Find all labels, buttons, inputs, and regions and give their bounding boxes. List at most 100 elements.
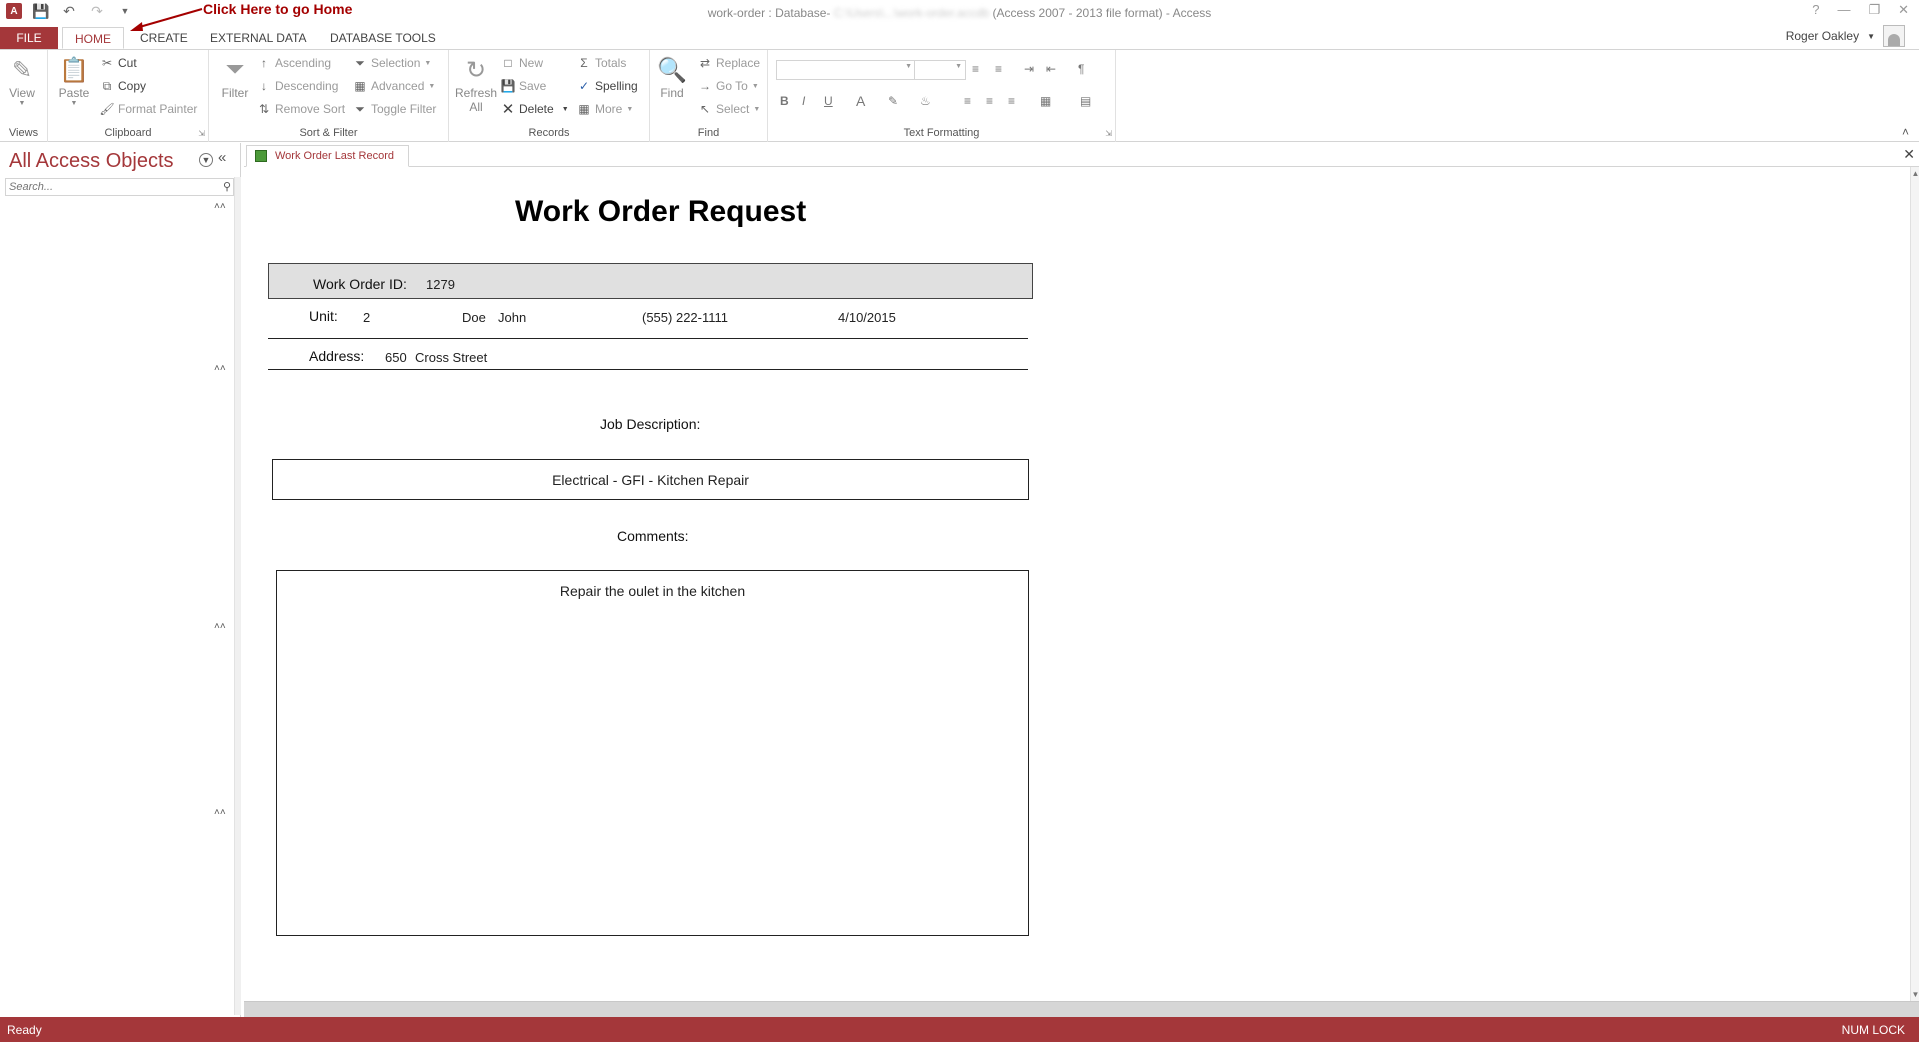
last-name-field[interactable]: Doe bbox=[462, 310, 486, 325]
collapse-ribbon-icon[interactable]: ˄ bbox=[1902, 125, 1909, 139]
restore-icon[interactable]: ❐ bbox=[1868, 2, 1880, 18]
view-button[interactable]: ✎ View ▼ bbox=[6, 54, 38, 108]
group-text-formatting: ▼ ▼ ≡ ≡ ⇥ ⇤ ¶ B I U A ✎ ♨ ≡ ≡ ≡ ▦ ▤ Text… bbox=[768, 50, 1116, 142]
go-to-button[interactable]: → Go To ▼ bbox=[698, 79, 759, 93]
scroll-down-icon[interactable]: ▼ bbox=[1911, 990, 1919, 999]
comments-value: Repair the oulet in the kitchen bbox=[559, 583, 746, 599]
group-views: ✎ View ▼ Views bbox=[0, 50, 48, 142]
totals-button[interactable]: Σ Totals bbox=[577, 56, 626, 70]
help-icon[interactable]: ? bbox=[1812, 2, 1819, 18]
shutter-bar-collapse-icon[interactable]: « bbox=[218, 149, 226, 166]
nav-search: ⚲ bbox=[5, 178, 234, 196]
horizontal-scrollbar[interactable] bbox=[244, 1001, 1919, 1017]
filter-button[interactable]: ⏷ Filter bbox=[219, 54, 251, 100]
font-name-select[interactable]: ▼ bbox=[776, 60, 916, 80]
collapse-group-icon[interactable]: ˄˄ bbox=[214, 807, 226, 818]
tab-database-tools[interactable]: DATABASE TOOLS bbox=[318, 27, 448, 49]
tab-external-data[interactable]: EXTERNAL DATA bbox=[198, 27, 318, 49]
gridlines-icon[interactable]: ▤ bbox=[1080, 94, 1091, 108]
toggle-filter-icon: ⏷ bbox=[355, 101, 365, 116]
work-order-id-field[interactable]: 1279 bbox=[426, 277, 455, 292]
chevron-down-icon: ▼ bbox=[70, 100, 78, 107]
copy-button[interactable]: ⧉ Copy bbox=[100, 79, 146, 94]
search-icon[interactable]: ⚲ bbox=[223, 180, 231, 193]
descending-button[interactable]: ↓ Descending bbox=[257, 79, 338, 93]
advanced-button[interactable]: ▦ Advanced ▼ bbox=[353, 79, 435, 93]
replace-button[interactable]: ⇄ Replace bbox=[698, 56, 760, 70]
fill-color-icon[interactable]: ♨ bbox=[920, 94, 931, 108]
new-record-button[interactable]: □ New bbox=[501, 56, 543, 70]
chevron-down-icon[interactable]: ▼ bbox=[1867, 32, 1875, 41]
unit-field[interactable]: 2 bbox=[363, 310, 370, 325]
phone-field[interactable]: (555) 222-1111 bbox=[642, 310, 728, 325]
cut-button[interactable]: ✂ Cut bbox=[100, 56, 137, 70]
address-street-field[interactable]: Cross Street bbox=[415, 350, 487, 365]
font-size-select[interactable]: ▼ bbox=[914, 60, 966, 80]
comments-field[interactable]: Repair the oulet in the kitchen bbox=[276, 570, 1029, 936]
format-painter-button[interactable]: 🖌 Format Painter bbox=[99, 102, 197, 116]
close-window-icon[interactable]: ✕ bbox=[1898, 2, 1909, 18]
nav-menu-icon[interactable]: ▼ bbox=[199, 153, 213, 167]
close-icon[interactable]: ✕ bbox=[1903, 146, 1915, 163]
collapse-group-icon[interactable]: ˄˄ bbox=[214, 621, 226, 632]
dialog-launcher-icon[interactable]: ⇲ bbox=[1105, 129, 1112, 138]
first-name-field[interactable]: John bbox=[498, 310, 526, 325]
font-color-button[interactable]: A bbox=[856, 93, 865, 109]
vertical-scrollbar[interactable]: ▲ ▼ bbox=[1910, 167, 1919, 1001]
dialog-launcher-icon[interactable]: ⇲ bbox=[198, 129, 205, 138]
delete-button[interactable]: ✕ Delete ▼ bbox=[501, 101, 569, 118]
ascending-button[interactable]: ↑ Ascending bbox=[257, 56, 331, 70]
select-button[interactable]: ↖ Select ▼ bbox=[698, 102, 760, 116]
underline-button[interactable]: U bbox=[824, 94, 833, 108]
user-name[interactable]: Roger Oakley bbox=[1786, 29, 1859, 43]
italic-button[interactable]: I bbox=[802, 94, 805, 108]
bold-button[interactable]: B bbox=[780, 94, 789, 108]
bullets-icon[interactable]: ≡ bbox=[972, 62, 979, 76]
address-label: Address: bbox=[309, 348, 365, 364]
avatar[interactable] bbox=[1883, 25, 1905, 47]
replace-icon: ⇄ bbox=[699, 56, 711, 70]
nav-title[interactable]: All Access Objects bbox=[9, 150, 174, 173]
work-order-id-label: Work Order ID: bbox=[313, 276, 407, 292]
group-label-sort-filter: Sort & Filter bbox=[299, 127, 358, 139]
chevron-down-icon: ▼ bbox=[428, 82, 436, 90]
selection-filter-icon: ⏷ bbox=[355, 55, 365, 70]
selection-button[interactable]: ⏷ Selection ▼ bbox=[353, 55, 431, 71]
comments-label: Comments: bbox=[617, 528, 689, 544]
group-label-text-formatting: Text Formatting bbox=[903, 127, 980, 139]
spelling-button[interactable]: ✓ Spelling bbox=[577, 79, 638, 93]
find-button[interactable]: 🔍 Find bbox=[656, 54, 688, 101]
tab-file[interactable]: FILE bbox=[0, 27, 58, 49]
tab-home[interactable]: HOME bbox=[62, 27, 124, 49]
highlight-icon[interactable]: ✎ bbox=[888, 94, 898, 108]
align-left-icon[interactable]: ≡ bbox=[964, 94, 971, 108]
address-number-field[interactable]: 650 bbox=[385, 350, 407, 365]
collapse-group-icon[interactable]: ˄˄ bbox=[214, 363, 226, 374]
chevron-down-icon: ▼ bbox=[955, 63, 962, 70]
form-title: Work Order Request bbox=[515, 195, 807, 228]
refresh-all-button[interactable]: ↻ Refresh All bbox=[455, 54, 497, 115]
minimize-icon[interactable]: — bbox=[1837, 2, 1850, 18]
date-field[interactable]: 4/10/2015 bbox=[838, 310, 896, 325]
paste-button[interactable]: 📋 Paste ▼ bbox=[58, 54, 90, 108]
user-account[interactable]: Roger Oakley ▼ bbox=[1786, 25, 1905, 47]
decrease-indent-icon[interactable]: ⇤ bbox=[1046, 62, 1056, 76]
alternate-row-color-icon[interactable]: ▦ bbox=[1040, 94, 1051, 108]
search-input[interactable] bbox=[6, 179, 206, 195]
more-button[interactable]: ▦ More ▼ bbox=[577, 102, 633, 116]
remove-sort-button[interactable]: ⇅ Remove Sort bbox=[257, 102, 345, 116]
toggle-filter-button[interactable]: ⏷ Toggle Filter bbox=[353, 101, 436, 117]
increase-indent-icon[interactable]: ⇥ bbox=[1024, 62, 1034, 76]
scroll-up-icon[interactable]: ▲ bbox=[1911, 169, 1919, 178]
save-record-button[interactable]: 💾 Save bbox=[501, 79, 547, 93]
align-center-icon[interactable]: ≡ bbox=[986, 94, 993, 108]
align-right-icon[interactable]: ≡ bbox=[1008, 94, 1015, 108]
tab-create[interactable]: CREATE bbox=[128, 27, 200, 49]
tab-work-order-last-record[interactable]: Work Order Last Record bbox=[246, 145, 410, 167]
more-icon: ▦ bbox=[578, 102, 590, 116]
job-description-field[interactable]: Electrical - GFI - Kitchen Repair bbox=[272, 459, 1029, 500]
numbering-icon[interactable]: ≡ bbox=[995, 62, 1002, 76]
nav-scrollbar[interactable] bbox=[234, 177, 241, 1015]
paragraph-direction-icon[interactable]: ¶ bbox=[1078, 62, 1084, 76]
collapse-group-icon[interactable]: ˄˄ bbox=[214, 201, 226, 212]
